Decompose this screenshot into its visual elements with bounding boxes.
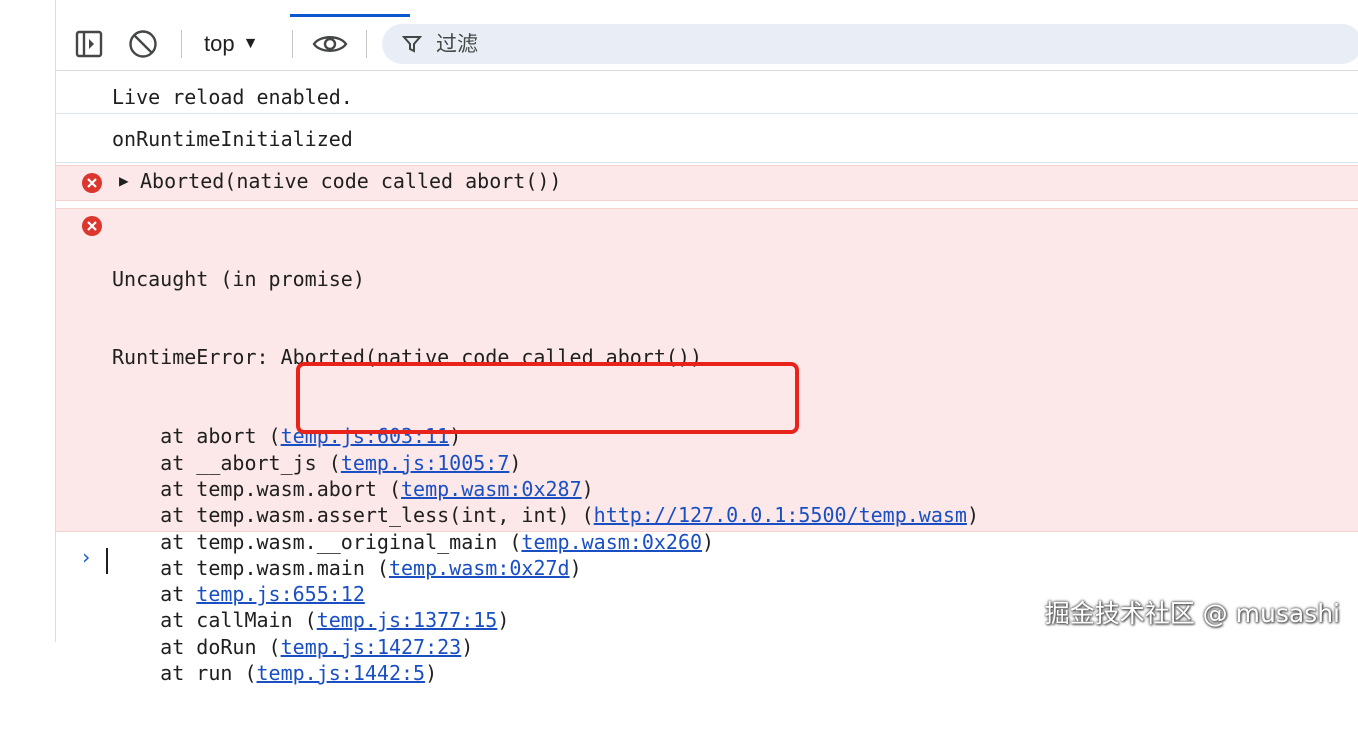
watermark: 掘金技术社区 @ musashi (1044, 599, 1340, 628)
stack-frame-function: temp.wasm.__original_main (196, 529, 498, 554)
console-input-cursor[interactable] (106, 548, 108, 574)
left-gutter (0, 0, 56, 642)
stack-frame-link[interactable]: temp.js:1427:23 (281, 635, 462, 659)
stack-frame-link[interactable]: temp.js:655:12 (196, 582, 365, 606)
stack-frame-link[interactable]: temp.js:1005:7 (341, 451, 510, 475)
filter-input[interactable] (434, 31, 1238, 57)
sidebar-toggle-icon[interactable] (72, 28, 106, 60)
toolbar-separator (181, 30, 182, 58)
stack-frame-link[interactable]: temp.wasm:0x260 (521, 530, 702, 554)
devtools-tab-strip (0, 0, 1358, 19)
stack-frame-function: doRun (196, 634, 257, 659)
stack-frame-function: temp.wasm.abort (196, 476, 377, 501)
tab-console-active-indicator (290, 14, 410, 17)
chevron-down-icon: ▼ (242, 35, 259, 52)
console-message: Live reload enabled. (56, 71, 1358, 114)
stack-frame-function: temp.wasm.assert_less(int, int) (196, 503, 570, 528)
annotation-highlight-box (296, 362, 799, 434)
toolbar-separator (292, 30, 293, 58)
stack-frame: at temp.wasm.assert_less(int, int) (http… (112, 503, 979, 528)
expand-triangle-icon[interactable]: ▶ (119, 171, 129, 190)
stack-frame-function: __abort_js (196, 450, 317, 475)
stack-frame: at __abort_js (temp.js:1005:7) (112, 450, 522, 475)
stack-frame: at temp.js:655:12 (112, 582, 365, 607)
stack-frame-link[interactable]: temp.js:1442:5 (257, 661, 426, 685)
stack-frame-link[interactable]: temp.wasm:0x27d (389, 556, 570, 580)
context-selector[interactable]: top ▼ (204, 28, 258, 60)
stack-frame: at temp.wasm.abort (temp.wasm:0x287) (112, 476, 594, 501)
error-header: Uncaught (in promise) (112, 266, 365, 291)
console-toolbar: top ▼ (56, 18, 1358, 71)
stack-frame: at temp.wasm.main (temp.wasm:0x27d) (112, 555, 582, 580)
console-message-text: onRuntimeInitialized (112, 127, 353, 151)
eye-icon[interactable] (310, 28, 350, 60)
console-error-message[interactable]: ▶ Aborted(native code called abort()) (56, 165, 1358, 201)
console-output: Live reload enabled. onRuntimeInitialize… (56, 71, 1358, 685)
stack-trace: Uncaught (in promise) RuntimeError: Abor… (112, 213, 979, 739)
console-message: onRuntimeInitialized (56, 114, 1358, 163)
stack-frame-function: temp.wasm.main (196, 555, 365, 580)
stack-frame-link[interactable]: temp.wasm:0x287 (401, 477, 582, 501)
filter-box[interactable] (382, 24, 1358, 64)
console-message-text: Aborted(native code called abort()) (140, 169, 562, 193)
context-selector-label: top (204, 31, 235, 56)
stack-frame: at run (temp.js:1442:5) (112, 661, 438, 686)
console-message-text: Live reload enabled. (112, 85, 353, 109)
prompt-icon: › (80, 545, 93, 569)
stack-frame-function: abort (196, 424, 257, 449)
stack-frame: at doRun (temp.js:1427:23) (112, 634, 474, 659)
error-icon (82, 216, 102, 236)
stack-frame: at temp.wasm.__original_main (temp.wasm:… (112, 529, 715, 554)
stack-frame-link[interactable]: http://127.0.0.1:5500/temp.wasm (594, 503, 967, 527)
toolbar-separator (366, 30, 367, 58)
error-icon (82, 173, 102, 193)
stack-frame: at callMain (temp.js:1377:15) (112, 608, 510, 633)
filter-icon (400, 32, 424, 56)
clear-console-icon[interactable] (126, 28, 160, 60)
stack-frame-link[interactable]: temp.js:1377:15 (317, 608, 498, 632)
stack-frame-function: run (196, 661, 233, 686)
stack-frame-function: callMain (196, 608, 293, 633)
